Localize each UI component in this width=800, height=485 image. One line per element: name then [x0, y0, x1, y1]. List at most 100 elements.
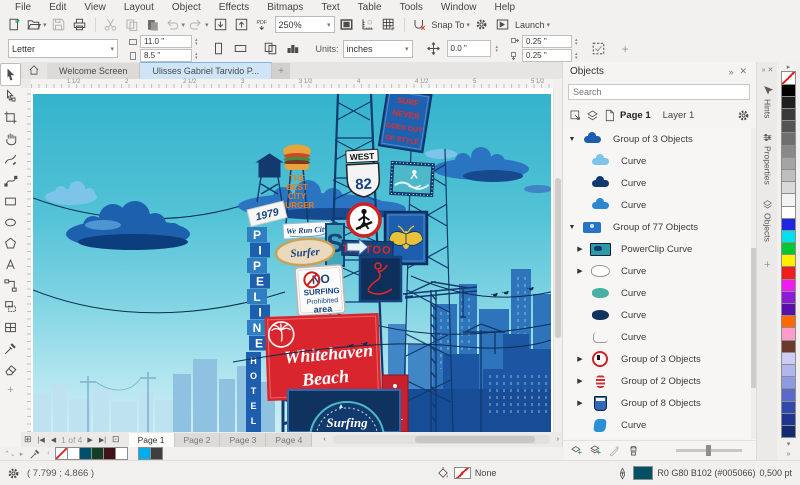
object-tree-item[interactable]: Curve — [563, 282, 751, 304]
cut-button[interactable] — [102, 16, 120, 34]
new-document-button[interactable] — [5, 16, 23, 34]
open-button[interactable]: ▾ — [26, 16, 47, 34]
menu-item-bitmaps[interactable]: Bitmaps — [258, 2, 312, 13]
publish-pdf-button[interactable]: PDF — [254, 16, 272, 34]
page-tab[interactable]: Page 1 — [129, 433, 175, 447]
delete-icon[interactable] — [627, 444, 640, 457]
print-button[interactable] — [71, 16, 89, 34]
new-master-layer-icon[interactable] — [589, 444, 602, 457]
launch-button[interactable]: Launch▾ — [515, 16, 550, 34]
customize-propbar-button[interactable]: + — [622, 42, 629, 56]
strip-close-icon[interactable]: ✕ — [768, 66, 774, 74]
customize-toolbox-button[interactable]: + — [7, 384, 13, 396]
duplicate-y-spinner[interactable]: ▴▾ — [575, 52, 578, 60]
strip-collapse-icon[interactable]: » — [762, 67, 766, 74]
page-height-field[interactable]: 8.5 " — [140, 49, 192, 62]
search-input[interactable] — [568, 84, 750, 100]
home-tab-button[interactable] — [25, 61, 43, 79]
docker-collapse-icon[interactable]: » — [725, 67, 736, 77]
docpal-scroll-icons[interactable]: ⌃⌄ — [2, 450, 18, 458]
pick-tool[interactable] — [0, 63, 21, 86]
new-page-icon[interactable] — [603, 109, 616, 122]
page-width-field[interactable]: 11.0 " — [140, 35, 192, 48]
copy-button[interactable] — [123, 16, 141, 34]
current-page-button[interactable] — [284, 40, 302, 58]
docpal-collapse-icon[interactable]: ‹ — [45, 450, 51, 457]
docpal-flyout-icon[interactable]: ▸ — [18, 450, 26, 458]
palette-expand-icon[interactable]: » — [787, 450, 791, 460]
eraser-tool[interactable] — [1, 359, 20, 380]
expand-arrow-icon[interactable]: ▶ — [575, 245, 585, 253]
document-tab[interactable]: Welcome Screen — [47, 63, 140, 79]
duplicate-x-spinner[interactable]: ▴▾ — [575, 38, 578, 46]
bezier-tool[interactable] — [1, 170, 20, 191]
object-tree-item[interactable]: ▶PowerClip Curve — [563, 238, 751, 260]
last-page-button[interactable]: ▶| — [96, 436, 109, 444]
layer-manager-icon[interactable] — [586, 109, 599, 122]
scrollbar-thumb[interactable] — [415, 436, 535, 443]
go-to-page-button[interactable]: ⊡ — [109, 434, 123, 445]
menu-item-file[interactable]: File — [6, 2, 40, 13]
menu-item-help[interactable]: Help — [486, 2, 525, 13]
collapse-arrow-icon[interactable]: ▼ — [567, 224, 577, 231]
duplicate-x-field[interactable]: 0.25 " — [522, 35, 572, 48]
save-button[interactable] — [50, 16, 68, 34]
opacity-slider-knob[interactable] — [706, 445, 711, 456]
object-tree-item[interactable]: Curve — [563, 326, 751, 348]
nudge-spinner[interactable]: ▴▾ — [496, 45, 499, 53]
pan-tool[interactable] — [1, 128, 20, 149]
hscroll-left-icon[interactable]: ‹ — [320, 436, 328, 443]
undo-button[interactable]: ▾ — [165, 16, 186, 34]
opacity-slider[interactable] — [676, 449, 742, 452]
open-dropdown-caret[interactable]: ▾ — [43, 21, 47, 29]
eyedropper-tool[interactable] — [1, 338, 20, 359]
menu-item-text[interactable]: Text — [312, 2, 348, 13]
first-page-button[interactable]: |◀ — [35, 436, 48, 444]
menu-item-view[interactable]: View — [75, 2, 115, 13]
object-tree-item[interactable]: Curve — [563, 414, 751, 436]
object-tree-item[interactable]: ▼Group of 3 Objects — [563, 128, 751, 150]
crop-tool[interactable] — [1, 107, 20, 128]
color-swatch[interactable] — [781, 425, 796, 438]
fullscreen-preview-button[interactable] — [338, 16, 356, 34]
expand-arrow-icon[interactable]: ▶ — [575, 267, 585, 275]
snap-off-icon[interactable] — [411, 16, 429, 34]
object-tree-item[interactable]: ▶Curve — [563, 260, 751, 282]
menu-item-tools[interactable]: Tools — [391, 2, 432, 13]
color-swatch[interactable] — [115, 447, 128, 460]
status-gear-icon[interactable] — [6, 466, 21, 481]
mesh-fill-tool[interactable] — [1, 317, 20, 338]
redo-button[interactable]: ▾ — [188, 16, 209, 34]
text-tool[interactable] — [1, 254, 20, 275]
docker-options-gear-icon[interactable] — [736, 108, 751, 123]
import-button[interactable] — [212, 16, 230, 34]
document-tab[interactable]: Ulisses Gabriel Tarvido P... — [140, 62, 272, 79]
previous-page-button[interactable]: ◀ — [48, 436, 59, 444]
add-page-button[interactable]: ⊞ — [21, 434, 35, 445]
all-pages-button[interactable] — [262, 40, 280, 58]
canvas-horizontal-scrollbar[interactable] — [333, 435, 550, 444]
landscape-button[interactable] — [232, 40, 250, 58]
zoom-level-combo[interactable]: 250%▾ — [275, 16, 335, 33]
rulers-toggle-button[interactable] — [359, 16, 377, 34]
edit-layer-icon[interactable] — [608, 444, 621, 457]
object-tree-item[interactable]: Curve — [563, 304, 751, 326]
drawing-canvas[interactable]: THE BEST CITY BURGER SURF NEVER GOES OUT… — [31, 88, 553, 432]
page-label[interactable]: Page 1 — [620, 110, 651, 121]
menu-item-layout[interactable]: Layout — [115, 2, 163, 13]
new-layer-icon[interactable] — [570, 444, 583, 457]
object-tree-item[interactable]: ▶Group of 2 Objects — [563, 370, 751, 392]
page-tab[interactable]: Page 3 — [220, 433, 266, 447]
next-page-button[interactable]: ▶ — [84, 436, 95, 444]
page-tab[interactable]: Page 2 — [175, 433, 221, 447]
object-tree-item[interactable]: Curve — [563, 172, 751, 194]
polygon-tool[interactable] — [1, 233, 20, 254]
new-document-tab-button[interactable]: + — [272, 63, 290, 79]
options-gear-button[interactable] — [473, 16, 491, 34]
scrollbar-thumb[interactable] — [555, 178, 561, 338]
object-tree-item[interactable]: ▶Group of 8 Objects — [563, 392, 751, 414]
rectangle-tool[interactable] — [1, 191, 20, 212]
paste-button[interactable] — [144, 16, 162, 34]
portrait-button[interactable] — [210, 40, 228, 58]
expand-arrow-icon[interactable]: ▶ — [575, 355, 585, 363]
